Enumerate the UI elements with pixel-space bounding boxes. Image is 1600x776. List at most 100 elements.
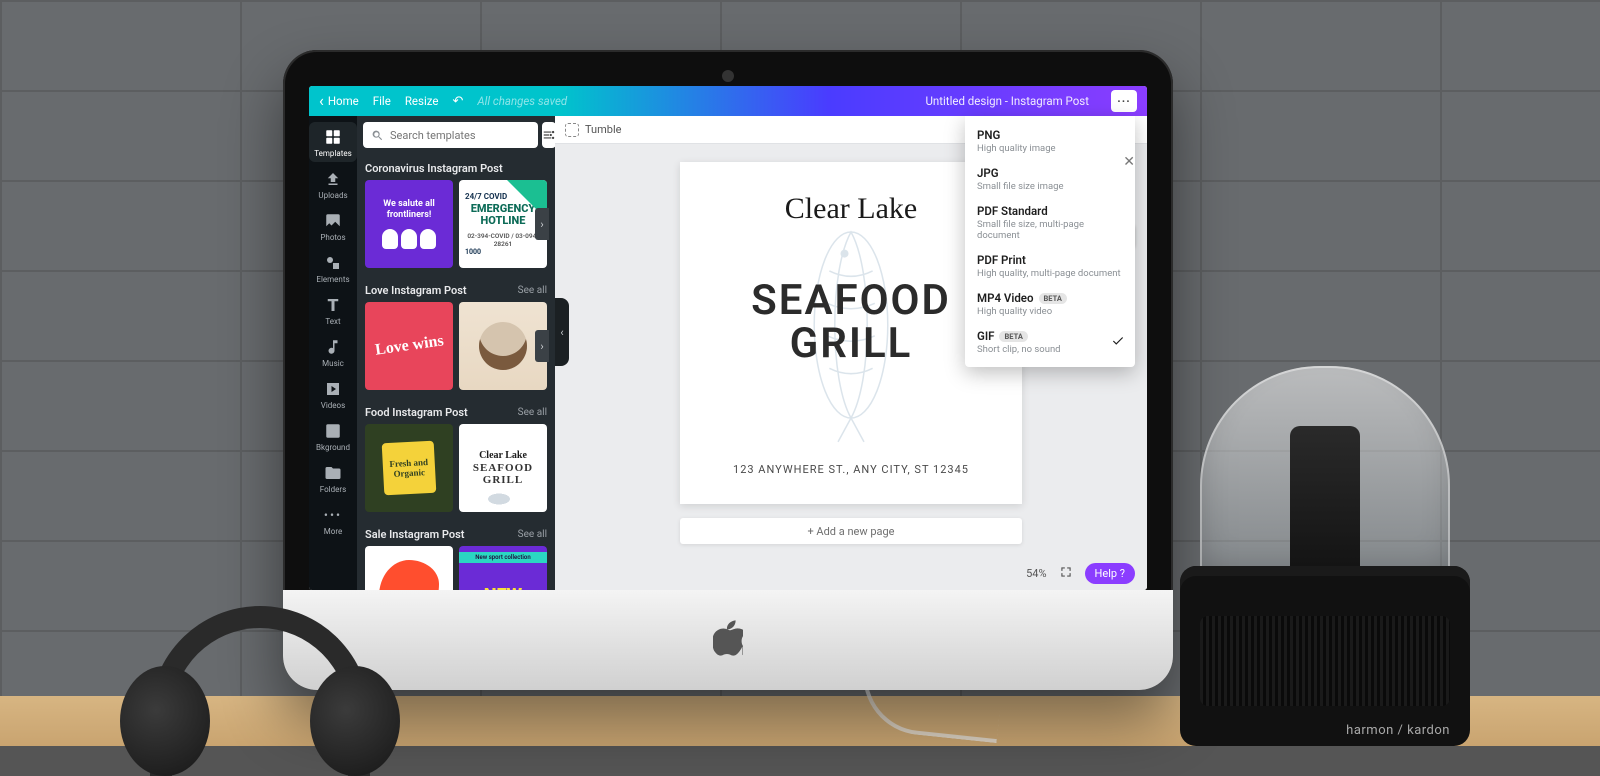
template-card[interactable]: 24/7 COVID EMERGENCY HOTLINE 02-394-COVI… — [459, 180, 547, 268]
template-card[interactable]: New sport collection NEW — [459, 546, 547, 590]
card-text: SEAFOOD GRILL — [463, 463, 543, 486]
templates-panel: Coronavirus Instagram Post We salute all… — [357, 116, 555, 590]
rail-music[interactable]: Music — [309, 332, 357, 372]
add-page-button[interactable]: + Add a new page — [680, 518, 1022, 544]
template-card[interactable]: Clear Lake SEAFOOD GRILL — [459, 424, 547, 512]
help-button[interactable]: Help ? — [1085, 563, 1135, 584]
filter-button[interactable] — [542, 122, 556, 148]
home-label: Home — [328, 94, 359, 108]
document-title[interactable]: Untitled design - Instagram Post — [925, 94, 1089, 108]
card-text: 24/7 COVID — [465, 192, 507, 201]
artboard-address[interactable]: 123 ANYWHERE ST., ANY CITY, ST 12345 — [733, 463, 969, 476]
see-all-link[interactable]: See all — [518, 529, 547, 540]
artboard-script[interactable]: Clear Lake — [785, 192, 917, 226]
background-icon — [323, 421, 343, 441]
rail-label: Music — [322, 359, 344, 368]
search-icon — [371, 129, 384, 142]
dd-name: MP4 Video — [977, 291, 1034, 305]
zoom-value[interactable]: 54% — [1026, 567, 1046, 580]
dropdown-item-mp4[interactable]: MP4 Video BETA High quality video — [965, 285, 1135, 323]
file-menu[interactable]: File — [373, 94, 391, 108]
uploads-icon — [323, 169, 343, 189]
template-card[interactable]: We salute all frontliners! — [365, 180, 453, 268]
fish-icon — [483, 490, 523, 508]
tumble-icon[interactable] — [565, 123, 579, 137]
collapse-panel-handle[interactable]: ‹ — [555, 298, 569, 366]
close-panel-button[interactable]: ✕ — [1123, 154, 1135, 170]
app-topbar: Home File Resize ↶ All changes saved Unt… — [309, 86, 1147, 116]
section-coronavirus: Coronavirus Instagram Post We salute all… — [357, 154, 555, 276]
templates-scroll[interactable]: Coronavirus Instagram Post We salute all… — [357, 154, 555, 590]
fullscreen-icon[interactable] — [1059, 565, 1073, 582]
sliders-icon — [542, 128, 556, 142]
text-icon — [323, 295, 343, 315]
scroll-right-button[interactable]: › — [535, 208, 549, 240]
dd-desc: High quality video — [977, 306, 1123, 317]
rail-label: Text — [325, 317, 340, 326]
dropdown-item-jpg[interactable]: JPG Small file size image — [965, 160, 1135, 198]
monitor-frame: Home File Resize ↶ All changes saved Unt… — [283, 50, 1173, 690]
canvas-footer: 54% Help ? — [1026, 563, 1135, 584]
speaker-brand: harmon / kardon — [1346, 723, 1450, 738]
resize-menu[interactable]: Resize — [405, 94, 439, 108]
dropdown-item-png[interactable]: PNG High quality image — [965, 122, 1135, 160]
dropdown-item-pdf-standard[interactable]: PDF Standard Small file size, multi-page… — [965, 198, 1135, 247]
chevron-left-icon — [319, 93, 324, 109]
rail-label: Folders — [320, 485, 346, 494]
rail-more[interactable]: ••• More — [309, 500, 357, 540]
undo-icon[interactable]: ↶ — [452, 94, 463, 109]
section-title: Sale Instagram Post — [365, 528, 465, 541]
home-button[interactable]: Home — [319, 93, 359, 109]
more-options-button[interactable]: ··· — [1111, 90, 1137, 112]
rail-uploads[interactable]: Uploads — [309, 164, 357, 204]
card-text: New sport collection — [459, 552, 547, 563]
apple-logo-icon — [713, 620, 743, 660]
section-title: Food Instagram Post — [365, 406, 468, 419]
template-card[interactable]: Organic — [365, 546, 453, 590]
card-text: Clear Lake — [479, 450, 527, 461]
more-icon: ••• — [323, 505, 343, 525]
card-text: Love wins — [374, 332, 445, 359]
videos-icon — [323, 379, 343, 399]
rail-label: Bkground — [316, 443, 350, 452]
photos-icon — [323, 211, 343, 231]
rail-templates[interactable]: Templates — [309, 122, 357, 162]
left-rail: Templates Uploads Photos Elements Text — [309, 116, 357, 590]
dd-desc: High quality image — [977, 143, 1123, 154]
tumble-label[interactable]: Tumble — [585, 123, 621, 136]
search-input-wrap[interactable] — [363, 122, 538, 148]
save-status: All changes saved — [477, 94, 567, 108]
dropdown-item-gif[interactable]: GIF BETA Short clip, no sound — [965, 323, 1135, 361]
template-card[interactable]: Love wins — [365, 302, 453, 390]
artboard-headline[interactable]: SEAFOOD GRILL — [751, 280, 951, 366]
section-food: Food Instagram Post See all Fresh and Or… — [357, 398, 555, 520]
search-row — [357, 116, 555, 154]
template-card[interactable] — [459, 302, 547, 390]
person-icon — [401, 229, 417, 249]
beta-badge: BETA — [1039, 293, 1067, 304]
rail-label: Videos — [321, 401, 345, 410]
rail-text[interactable]: Text — [309, 290, 357, 330]
see-all-link[interactable]: See all — [518, 285, 547, 296]
card-text: We salute all frontliners! — [369, 199, 449, 221]
monitor-bezel — [283, 590, 1173, 690]
rail-videos[interactable]: Videos — [309, 374, 357, 414]
scroll-right-button[interactable]: › — [535, 330, 549, 362]
dd-name: PNG — [977, 128, 1000, 142]
search-input[interactable] — [390, 129, 530, 142]
dropdown-item-pdf-print[interactable]: PDF Print High quality, multi-page docum… — [965, 247, 1135, 285]
see-all-link[interactable]: See all — [518, 407, 547, 418]
music-icon — [323, 337, 343, 357]
app-body: Templates Uploads Photos Elements Text — [309, 116, 1147, 590]
rail-label: More — [324, 527, 342, 536]
person-icon — [382, 229, 398, 249]
section-love: Love Instagram Post See all Love wins › — [357, 276, 555, 398]
rail-elements[interactable]: Elements — [309, 248, 357, 288]
rail-folders[interactable]: Folders — [309, 458, 357, 498]
rail-photos[interactable]: Photos — [309, 206, 357, 246]
rail-background[interactable]: Bkground — [309, 416, 357, 456]
card-text: 02-394-COVID / 03-094-28261 — [465, 232, 541, 248]
template-card[interactable]: Fresh and Organic — [365, 424, 453, 512]
folders-icon — [323, 463, 343, 483]
section-sale: Sale Instagram Post See all Organic New … — [357, 520, 555, 590]
